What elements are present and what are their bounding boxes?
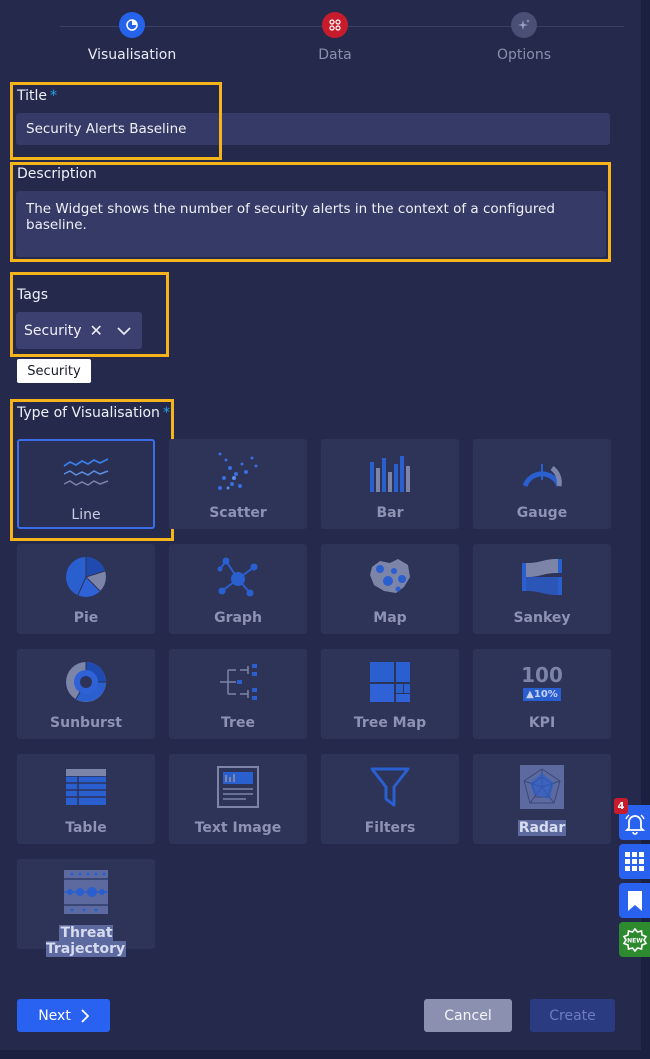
create-button[interactable]: Create <box>530 999 615 1032</box>
viz-tile-sunburst[interactable]: Sunburst <box>17 649 155 739</box>
new-badge-icon: NEW <box>622 927 647 952</box>
filter-icon <box>321 764 459 810</box>
pie-chart-icon <box>17 554 155 600</box>
viz-tile-label: Threat Trajectory <box>17 925 155 957</box>
viz-tile-label: Table <box>65 820 107 836</box>
sparkle-icon <box>511 12 537 38</box>
notification-count-badge: 4 <box>614 798 628 814</box>
kpi-icon-number: 100 <box>521 662 563 687</box>
gauge-icon <box>473 449 611 495</box>
bar-chart-icon <box>321 449 459 495</box>
chart-pie-icon <box>119 12 145 38</box>
visualisation-label: Type of Visualisation * <box>17 405 170 421</box>
step-options[interactable]: Options <box>454 12 594 63</box>
next-button[interactable]: Next <box>17 999 110 1032</box>
viz-tile-label: Filters <box>364 820 416 836</box>
viz-tile-label-text: Threat Trajectory <box>45 925 127 957</box>
step-label: Data <box>318 47 352 63</box>
viz-tile-label-text: Radar <box>517 820 567 836</box>
viz-tile-text-image[interactable]: Text Image <box>169 754 307 844</box>
step-data[interactable]: Data <box>265 12 405 63</box>
viz-tile-label: Map <box>373 610 407 626</box>
bell-icon <box>624 813 645 835</box>
required-mark: * <box>50 88 58 104</box>
whats-new-button[interactable]: NEW <box>619 922 650 957</box>
step-label: Options <box>496 47 552 63</box>
tree-icon <box>169 659 307 705</box>
tag-tooltip: Security <box>17 359 91 383</box>
line-chart-icon <box>19 451 153 497</box>
apps-button[interactable] <box>619 844 650 879</box>
bookmark-icon <box>627 890 642 911</box>
radar-icon <box>473 764 611 810</box>
viz-tile-label: Radar <box>473 820 611 836</box>
kpi-icon-delta: ▲10% <box>523 687 561 701</box>
viz-tile-line[interactable]: Line <box>17 439 155 529</box>
chevron-down-icon[interactable] <box>117 326 131 336</box>
step-visualisation[interactable]: Visualisation <box>62 12 202 63</box>
visualisation-label-text: Type of Visualisation <box>17 405 160 421</box>
viz-tile-pie[interactable]: Pie <box>17 544 155 634</box>
scatter-chart-icon <box>169 449 307 495</box>
viz-tile-map[interactable]: Map <box>321 544 459 634</box>
viz-tile-label: Tree Map <box>353 715 427 731</box>
tags-select[interactable]: Security ✕ <box>16 312 142 349</box>
viz-tile-treemap[interactable]: Tree Map <box>321 649 459 739</box>
viz-tile-label: Bar <box>376 505 404 521</box>
text-image-icon <box>169 764 307 810</box>
apps-grid-icon <box>624 851 644 871</box>
sunburst-icon <box>17 659 155 705</box>
remove-tag-icon[interactable]: ✕ <box>90 321 103 340</box>
title-input[interactable]: Security Alerts Baseline <box>16 113 610 145</box>
viz-tile-graph[interactable]: Graph <box>169 544 307 634</box>
viz-tile-label: KPI <box>528 715 556 731</box>
viz-tile-label: Pie <box>73 610 99 626</box>
title-label: Title * <box>17 88 57 104</box>
viz-tile-gauge[interactable]: Gauge <box>473 439 611 529</box>
title-label-text: Title <box>17 88 48 104</box>
viz-tile-threat-trajectory[interactable]: Threat Trajectory <box>17 859 155 957</box>
viz-tile-tree[interactable]: Tree <box>169 649 307 739</box>
viz-tile-label: Graph <box>214 610 262 626</box>
description-textarea[interactable]: The Widget shows the number of security … <box>16 191 606 257</box>
kpi-icon: 100 ▲10% <box>473 659 611 705</box>
next-button-label: Next <box>38 1007 71 1024</box>
viz-tile-label: Gauge <box>516 505 568 521</box>
sankey-icon <box>473 554 611 600</box>
viz-tile-bar[interactable]: Bar <box>321 439 459 529</box>
viz-tile-label: Sankey <box>513 610 571 626</box>
bookmarks-button[interactable] <box>619 883 650 918</box>
required-mark: * <box>162 405 170 421</box>
viz-tile-label: Scatter <box>209 505 267 521</box>
viz-tile-label: Text Image <box>194 820 282 836</box>
description-label: Description <box>17 166 97 182</box>
viz-tile-radar[interactable]: Radar <box>473 754 611 844</box>
viz-tile-label: Line <box>71 507 101 523</box>
map-icon <box>321 554 459 600</box>
window-edge-bottom <box>0 1050 650 1059</box>
treemap-icon <box>321 659 459 705</box>
tag-chip-label: Security <box>24 322 82 339</box>
step-label: Visualisation <box>87 47 177 63</box>
viz-tile-table[interactable]: Table <box>17 754 155 844</box>
threat-trajectory-icon <box>17 869 155 915</box>
cancel-button[interactable]: Cancel <box>424 999 512 1032</box>
tags-label: Tags <box>17 287 48 303</box>
table-icon <box>17 764 155 810</box>
viz-tile-filters[interactable]: Filters <box>321 754 459 844</box>
title-input-value: Security Alerts Baseline <box>26 121 187 137</box>
svg-text:NEW: NEW <box>627 937 643 944</box>
description-value: The Widget shows the number of security … <box>26 201 555 233</box>
viz-tile-scatter[interactable]: Scatter <box>169 439 307 529</box>
viz-tile-label: Sunburst <box>50 715 122 731</box>
network-graph-icon <box>169 554 307 600</box>
chevron-right-icon <box>81 1008 89 1023</box>
viz-tile-label: Tree <box>221 715 255 731</box>
viz-tile-sankey[interactable]: Sankey <box>473 544 611 634</box>
viz-tile-kpi[interactable]: 100 ▲10% KPI <box>473 649 611 739</box>
dots-grid-icon <box>322 12 348 38</box>
